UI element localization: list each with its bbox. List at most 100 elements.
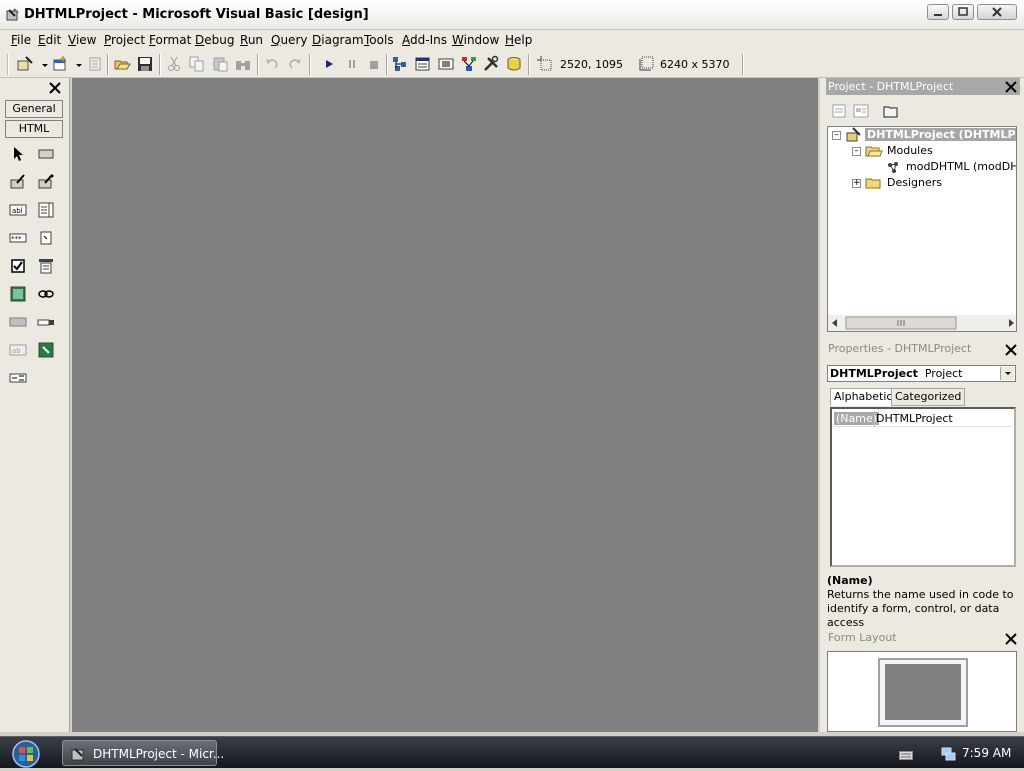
view-object-icon[interactable]	[852, 102, 870, 120]
menu-format[interactable]: Format	[149, 33, 191, 47]
menu-help[interactable]: Help	[505, 33, 532, 47]
close-toolbox-icon[interactable]	[48, 81, 62, 95]
add-form-icon[interactable]	[51, 55, 69, 73]
toolbar-separator	[159, 54, 161, 75]
label-tool-icon[interactable]	[9, 369, 27, 387]
paste-icon[interactable]	[211, 55, 229, 73]
cut-icon[interactable]	[165, 55, 183, 73]
project-tree: – DHTMLProject (DHTMLProject) – Modules …	[827, 126, 1017, 332]
toolbar-grip[interactable]	[7, 54, 9, 75]
break-icon[interactable]	[343, 55, 361, 73]
file-upload-tool-icon[interactable]	[37, 313, 55, 331]
add-project-dropdown-icon[interactable]	[36, 55, 48, 73]
close-form-layout-icon[interactable]	[1004, 632, 1018, 646]
open-project-icon[interactable]	[113, 55, 131, 73]
project-tree-horizontal-scrollbar[interactable]	[827, 315, 1017, 332]
network-icon[interactable]	[940, 745, 956, 764]
screen-preview[interactable]	[885, 664, 961, 720]
close-properties-icon[interactable]	[1004, 343, 1018, 357]
keyboard-icon[interactable]	[899, 749, 913, 763]
undo-icon[interactable]	[263, 55, 281, 73]
svg-text:***: ***	[11, 235, 22, 243]
menu-debug[interactable]: Debug	[195, 33, 234, 47]
checkbox-tool-icon[interactable]	[9, 257, 27, 275]
save-project-icon[interactable]	[136, 55, 154, 73]
submit-button-tool-icon[interactable]	[9, 173, 27, 191]
taskbar: DHTMLProject - Micr... 7:59 AM	[0, 736, 1024, 768]
project-explorer-icon[interactable]	[391, 55, 409, 73]
menu-run[interactable]: Run	[240, 33, 263, 47]
clock[interactable]: 7:59 AM	[962, 746, 1011, 760]
redo-icon[interactable]	[286, 55, 304, 73]
toolbox-tab-general[interactable]: General	[5, 100, 63, 118]
tree-node-moddhtml[interactable]: modDHTML (modDHTML)	[904, 160, 1016, 173]
horizontal-rule-tool-icon[interactable]	[9, 313, 27, 331]
size-readout: 6240 x 5370	[660, 58, 730, 71]
input-image-tool-icon[interactable]	[37, 341, 55, 359]
button-tool-icon[interactable]	[37, 145, 55, 163]
object-browser-icon[interactable]	[460, 55, 478, 73]
position-readout: 2520, 1095	[560, 58, 623, 71]
option-tool-icon[interactable]	[37, 229, 55, 247]
data-view-icon[interactable]	[505, 55, 523, 73]
end-icon[interactable]	[365, 55, 383, 73]
maximize-button[interactable]	[952, 4, 974, 20]
menu-project[interactable]: Project	[104, 33, 145, 47]
vb-app-icon	[71, 746, 87, 765]
password-field-tool-icon[interactable]: ***	[9, 229, 27, 247]
tree-node-designers[interactable]: Designers	[885, 176, 944, 189]
menu-editor-icon[interactable]	[86, 55, 104, 73]
view-code-icon[interactable]	[830, 102, 848, 120]
menu-view[interactable]: View	[68, 33, 96, 47]
add-form-dropdown-icon[interactable]	[70, 55, 82, 73]
close-window-button[interactable]	[977, 4, 1017, 20]
chevron-down-icon[interactable]	[1000, 367, 1014, 380]
standard-toolbar: 2520, 1095 6240 x 5370	[0, 51, 1024, 78]
add-project-icon[interactable]	[16, 55, 34, 73]
pointer-tool-icon[interactable]	[9, 145, 27, 163]
textfield-tool-icon[interactable]: abl	[9, 201, 27, 219]
menu-window[interactable]: Window	[452, 33, 499, 47]
tab-alphabetic[interactable]: Alphabetic	[830, 388, 897, 406]
start-button[interactable]	[4, 739, 46, 768]
mdi-workspace[interactable]	[72, 78, 818, 732]
tree-node-project-root[interactable]: DHTMLProject (DHTMLProject)	[865, 128, 1016, 141]
folder-open-icon	[865, 143, 883, 162]
image-tool-icon[interactable]	[9, 285, 27, 303]
menu-add-ins[interactable]: Add-Ins	[402, 33, 447, 47]
menu-tools[interactable]: Tools	[364, 33, 394, 47]
find-icon[interactable]	[234, 55, 252, 73]
property-value[interactable]: DHTMLProject	[876, 411, 953, 427]
tree-node-modules[interactable]: Modules	[885, 144, 935, 157]
project-root-icon	[845, 127, 863, 146]
hyperlink-tool-icon[interactable]	[37, 285, 55, 303]
window-title: DHTMLProject - Microsoft Visual Basic [d…	[24, 7, 369, 22]
toolbox-tab-html[interactable]: HTML	[5, 120, 63, 138]
properties-window-icon[interactable]	[414, 55, 432, 73]
property-row[interactable]: (Name) DHTMLProject	[834, 411, 1012, 427]
menu-file[interactable]: File	[11, 33, 31, 47]
menu-diagram[interactable]: Diagram	[312, 33, 364, 47]
copy-icon[interactable]	[188, 55, 206, 73]
reset-button-tool-icon[interactable]	[37, 173, 55, 191]
svg-text:ab: ab	[12, 347, 21, 355]
menu-query[interactable]: Query	[271, 33, 307, 47]
textarea-tool-icon[interactable]	[37, 201, 55, 219]
property-description-text: Returns the name used in code to identif…	[827, 588, 1014, 629]
hidden-field-tool-icon[interactable]: ab	[9, 341, 27, 359]
minimize-button[interactable]	[927, 4, 949, 20]
form-layout-icon[interactable]	[437, 55, 455, 73]
close-project-explorer-icon[interactable]	[1004, 80, 1018, 94]
select-tool-icon[interactable]	[37, 257, 55, 275]
toolbox-icon[interactable]	[482, 55, 500, 73]
taskbar-button-vb[interactable]: DHTMLProject - Micr...	[62, 740, 224, 766]
start-icon[interactable]	[320, 55, 338, 73]
collapse-modules-icon[interactable]: –	[852, 147, 861, 156]
expand-designers-icon[interactable]: +	[852, 179, 861, 188]
collapse-root-icon[interactable]: –	[832, 131, 841, 140]
folder-closed-icon	[865, 175, 883, 194]
object-selector-combo[interactable]: DHTMLProject Project	[827, 365, 1016, 382]
menu-edit[interactable]: Edit	[38, 33, 61, 47]
tab-categorized[interactable]: Categorized	[891, 388, 966, 406]
toggle-folders-icon[interactable]	[882, 102, 900, 120]
